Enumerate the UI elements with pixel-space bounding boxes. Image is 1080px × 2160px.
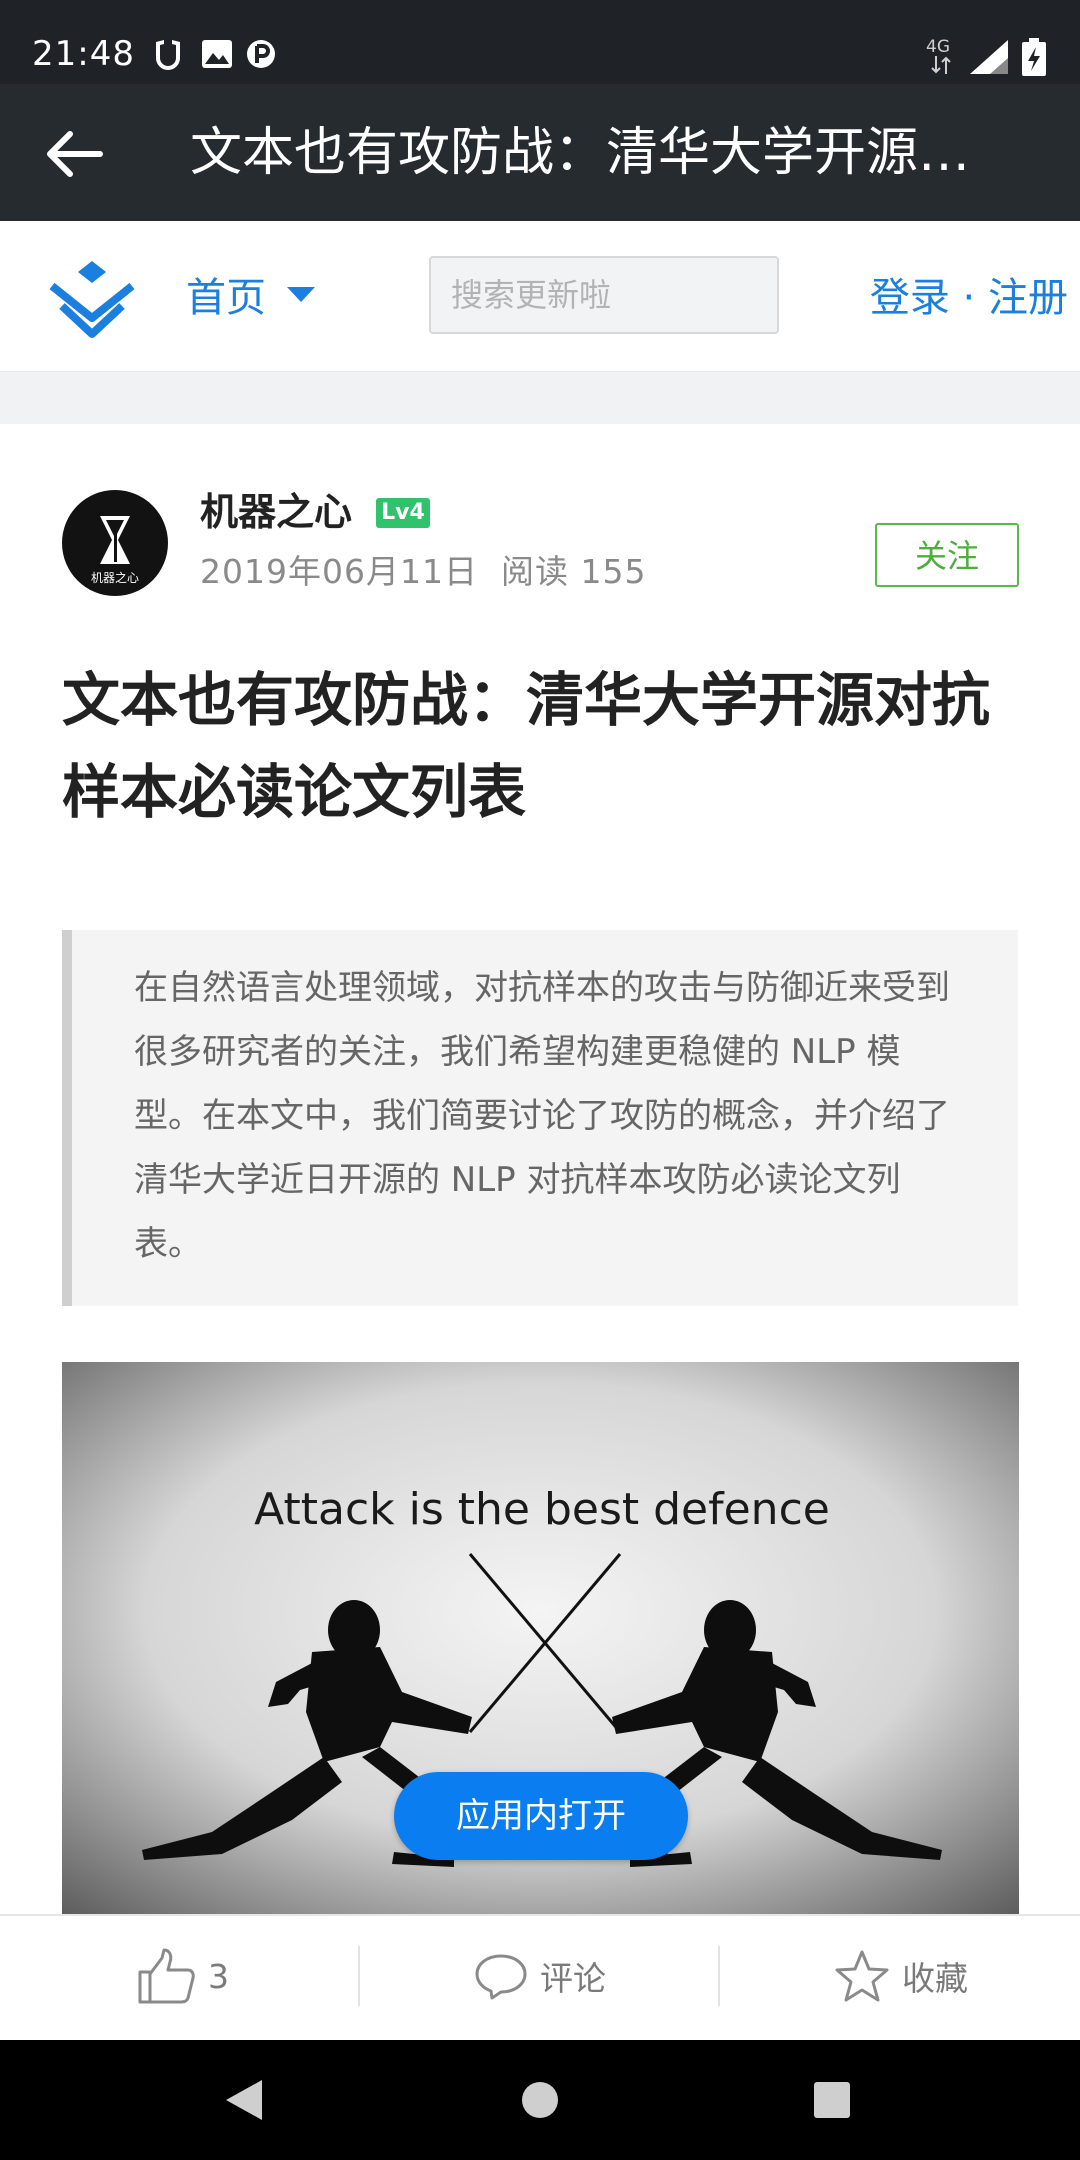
thumbs-up-icon: [138, 1948, 195, 2004]
comment-label: 评论: [540, 1959, 606, 1998]
open-in-app-button[interactable]: 应用内打开: [394, 1772, 688, 1860]
chevron-down-icon[interactable]: [287, 287, 315, 302]
search-input[interactable]: [429, 256, 779, 334]
alarm-icon: [156, 40, 180, 70]
back-button[interactable]: [42, 128, 104, 180]
article-title: 文本也有攻防战：清华大学开源对抗样本必读论文列表: [62, 666, 991, 826]
comment-button[interactable]: 评论: [474, 1914, 674, 2038]
network-type: 4G: [926, 37, 950, 57]
post-meta: 2019年06月11日 阅读 155: [200, 548, 646, 596]
image-caption: Attack is the best defence: [254, 1484, 830, 1535]
comment-bubble-icon: [475, 1954, 527, 2000]
level-badge: Lv4: [376, 498, 430, 528]
nav-back-icon[interactable]: [222, 2078, 264, 2122]
author-avatar[interactable]: 机器之心: [62, 490, 168, 596]
signal-icon: [970, 40, 1008, 74]
star-icon: [835, 1950, 889, 2002]
follow-button[interactable]: 关注: [875, 523, 1019, 587]
site-logo[interactable]: [44, 258, 140, 338]
nav-home-icon[interactable]: [520, 2080, 560, 2120]
author-name[interactable]: 机器之心: [200, 486, 352, 538]
like-button[interactable]: 3: [136, 1914, 296, 2038]
action-divider: [718, 1946, 720, 2006]
home-nav-link[interactable]: 首页: [186, 268, 266, 328]
p-notification-icon: [247, 40, 275, 68]
avatar-logo-icon: 机器之心: [91, 516, 139, 585]
avatar-text: 机器之心: [91, 571, 139, 585]
login-link[interactable]: 登录: [870, 275, 950, 321]
favorite-button[interactable]: 收藏: [834, 1914, 1034, 2038]
page-title: 文本也有攻防战：清华大学开源对抗样本必读论文列表: [190, 123, 1010, 183]
like-count: 3: [208, 1956, 229, 1996]
image-notification-icon: [202, 40, 232, 68]
action-divider: [358, 1946, 360, 2006]
post-date: 2019年06月11日: [200, 552, 478, 591]
summary-text: 在自然语言处理领域，对抗样本的攻击与防御近来受到很多研究者的关注，我们希望构建更…: [134, 968, 950, 1264]
battery-charging-icon: [1022, 38, 1046, 76]
favorite-label: 收藏: [902, 1959, 968, 1998]
status-time: 21:48: [32, 34, 135, 74]
register-link[interactable]: 注册: [988, 275, 1068, 321]
reads-count: 155: [580, 552, 647, 591]
section-divider: [0, 372, 1080, 424]
auth-links: 登录 · 注册: [870, 268, 1068, 328]
reads-label: 阅读: [500, 552, 569, 591]
auth-separator: ·: [949, 275, 988, 321]
data-arrows-icon: [931, 56, 951, 74]
nav-recents-icon[interactable]: [812, 2080, 852, 2120]
